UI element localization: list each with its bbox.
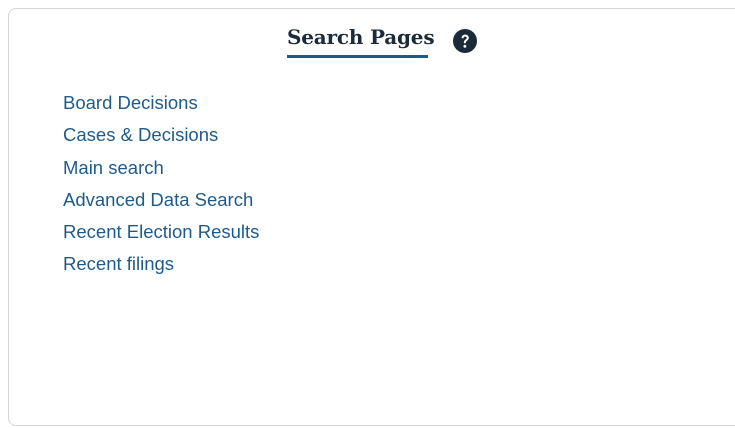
link-board-decisions[interactable]: Board Decisions: [63, 92, 198, 113]
list-item: Recent Election Results: [63, 220, 259, 252]
link-advanced-data-search[interactable]: Advanced Data Search: [63, 189, 253, 210]
title-underline: [287, 55, 428, 58]
link-main-search[interactable]: Main search: [63, 157, 164, 178]
link-recent-filings[interactable]: Recent filings: [63, 253, 174, 274]
search-pages-panel: Search Pages Board Decisions Cases & Dec…: [8, 8, 735, 426]
panel-header: Search Pages: [9, 9, 735, 79]
link-recent-election-results[interactable]: Recent Election Results: [63, 221, 259, 242]
list-item: Recent filings: [63, 252, 259, 284]
list-item: Cases & Decisions: [63, 123, 259, 155]
list-item: Main search: [63, 156, 259, 188]
list-item: Advanced Data Search: [63, 188, 259, 220]
link-cases-decisions[interactable]: Cases & Decisions: [63, 124, 218, 145]
question-circle-icon[interactable]: [453, 29, 477, 53]
search-links-list: Board Decisions Cases & Decisions Main s…: [63, 91, 259, 285]
list-item: Board Decisions: [63, 91, 259, 123]
panel-title: Search Pages: [287, 25, 435, 49]
